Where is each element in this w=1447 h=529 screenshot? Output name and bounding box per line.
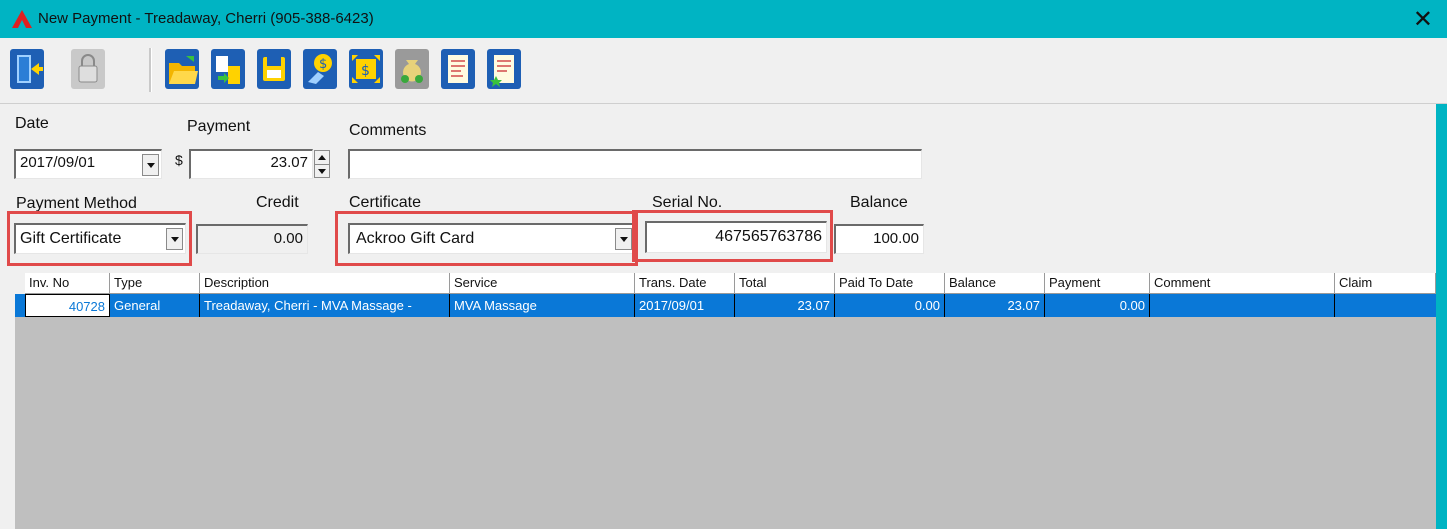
cell-claim[interactable]: [1335, 294, 1436, 317]
payment-amount-value: 23.07: [270, 154, 308, 171]
cell-total[interactable]: 23.07: [735, 294, 835, 317]
payment-label: Payment: [187, 118, 251, 135]
serial-number-label: Serial No.: [652, 194, 723, 211]
svg-text:$: $: [319, 57, 327, 72]
chevron-down-icon[interactable]: [166, 228, 183, 250]
payment-spinner[interactable]: [314, 150, 330, 178]
open-folder-icon: [165, 49, 199, 89]
cell-trans-date[interactable]: 2017/09/01: [635, 294, 735, 317]
column-header-paid-to-date[interactable]: Paid To Date: [835, 273, 945, 294]
window-edge: [1436, 104, 1447, 529]
transfer-button[interactable]: [210, 46, 246, 92]
column-header-service[interactable]: Service: [450, 273, 635, 294]
credit-field: 0.00: [196, 224, 308, 254]
payment-method-value: Gift Certificate: [20, 230, 122, 247]
serial-number-input[interactable]: 467565763786: [645, 221, 827, 253]
invoice-grid: Inv. No Type Description Service Trans. …: [15, 273, 1436, 529]
certificate-label: Certificate: [349, 194, 422, 211]
column-header-trans-date[interactable]: Trans. Date: [635, 273, 735, 294]
chevron-down-icon[interactable]: [615, 228, 632, 250]
cell-comment[interactable]: [1150, 294, 1335, 317]
spin-down-icon[interactable]: [315, 165, 329, 178]
column-header-balance[interactable]: Balance: [945, 273, 1045, 294]
currency-symbol: $: [175, 152, 183, 168]
save-button[interactable]: [256, 46, 292, 92]
lock-button[interactable]: [70, 46, 106, 92]
report-button[interactable]: [440, 46, 476, 92]
toolbar-separator: [149, 48, 152, 92]
payment-button[interactable]: $: [302, 46, 338, 92]
column-header-inv-no[interactable]: Inv. No: [25, 273, 110, 294]
credit-value: 0.00: [273, 230, 303, 247]
balance-value: 100.00: [873, 230, 919, 247]
comments-label: Comments: [349, 122, 427, 139]
payment-method-dropdown[interactable]: Gift Certificate: [14, 223, 186, 254]
credit-label: Credit: [256, 194, 299, 211]
cell-description[interactable]: Treadaway, Cherri - MVA Massage -: [200, 294, 450, 317]
date-value: 2017/09/01: [20, 154, 96, 171]
certificate-dropdown[interactable]: Ackroo Gift Card: [348, 223, 635, 254]
title-bar: New Payment - Treadaway, Cherri (905-388…: [0, 0, 1447, 38]
payment-method-label: Payment Method: [16, 195, 137, 212]
close-icon[interactable]: ✕: [1413, 5, 1433, 34]
column-header-description[interactable]: Description: [200, 273, 450, 294]
toolbar: $ $: [0, 38, 1447, 104]
report-icon: [441, 49, 475, 89]
app-logo-icon: [12, 10, 32, 28]
balance-label: Balance: [850, 194, 908, 211]
date-dropdown[interactable]: 2017/09/01: [14, 149, 162, 179]
money-bag-icon: [395, 49, 429, 89]
lock-icon: [71, 49, 105, 89]
exit-door-icon: [10, 49, 44, 89]
date-label: Date: [15, 115, 49, 132]
serial-number-value: 467565763786: [715, 228, 822, 245]
exit-button[interactable]: [9, 46, 45, 92]
column-header-claim[interactable]: Claim: [1335, 273, 1436, 294]
column-header-payment[interactable]: Payment: [1045, 273, 1150, 294]
spin-up-icon[interactable]: [315, 151, 329, 165]
column-header-type[interactable]: Type: [110, 273, 200, 294]
cell-service[interactable]: MVA Massage: [450, 294, 635, 317]
dollar-exchange-icon: $: [349, 49, 383, 89]
cell-type[interactable]: General: [110, 294, 200, 317]
certificate-value: Ackroo Gift Card: [356, 230, 475, 247]
transfer-icon: [211, 49, 245, 89]
money-bag-button[interactable]: [394, 46, 430, 92]
payment-hand-icon: $: [303, 49, 337, 89]
cell-paid-to-date[interactable]: 0.00: [835, 294, 945, 317]
cell-inv-no[interactable]: 40728: [25, 294, 110, 317]
chevron-down-icon[interactable]: [142, 154, 159, 176]
balance-field: 100.00: [834, 224, 924, 254]
cell-payment[interactable]: 0.00: [1045, 294, 1150, 317]
exchange-button[interactable]: $: [348, 46, 384, 92]
report-star-button[interactable]: [486, 46, 522, 92]
column-header-total[interactable]: Total: [735, 273, 835, 294]
save-icon: [257, 49, 291, 89]
open-button[interactable]: [164, 46, 200, 92]
report-star-icon: [487, 49, 521, 89]
comments-input[interactable]: [348, 149, 922, 179]
payment-amount-input[interactable]: 23.07: [189, 149, 313, 179]
table-row[interactable]: 40728 General Treadaway, Cherri - MVA Ma…: [15, 294, 1436, 317]
window-title: New Payment - Treadaway, Cherri (905-388…: [38, 10, 374, 27]
column-header-comment[interactable]: Comment: [1150, 273, 1335, 294]
cell-balance[interactable]: 23.07: [945, 294, 1045, 317]
svg-text:$: $: [361, 63, 370, 79]
